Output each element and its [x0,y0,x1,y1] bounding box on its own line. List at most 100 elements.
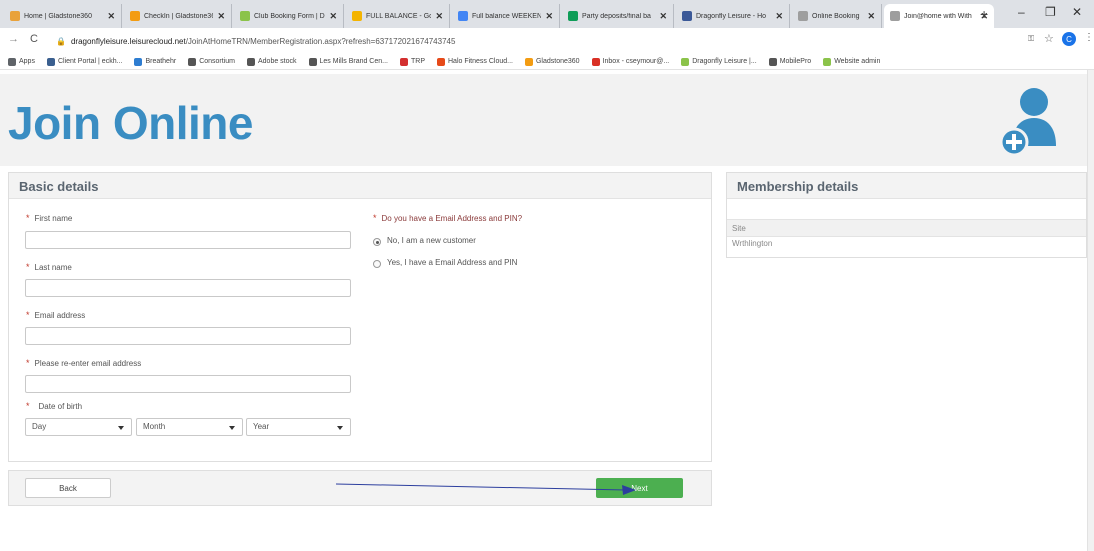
radio-new-customer[interactable] [373,238,381,246]
chevron-down-icon [118,426,124,430]
tab-close-icon[interactable]: ✕ [867,11,875,22]
tab-label: Club Booking Form | D [254,12,325,20]
tab-label: FULL BALANCE - Goog [366,12,431,20]
dob-day-select[interactable]: Day [25,418,132,436]
tab-label: Full balance WEEKEND [472,12,542,20]
tab-close-icon[interactable]: ✕ [329,11,337,22]
bookmark-item[interactable]: TRP [400,57,425,66]
option-new-customer-label: No, I am a new customer [387,236,476,245]
site-value: Wrthlington [732,239,773,248]
tab-close-icon[interactable]: ✕ [659,11,667,22]
bookmark-icon [768,57,777,66]
vertical-scrollbar[interactable] [1087,70,1094,551]
tab-close-icon[interactable]: ✕ [435,11,443,22]
browser-tab[interactable]: Full balance WEEKEND ✕ [452,4,560,28]
browser-tab[interactable]: CheckIn | Gladstone360 ✕ [124,4,232,28]
bookmark-label: Website admin [834,58,881,65]
bookmark-item[interactable]: MobilePro [768,57,812,66]
last-name-label: * Last name [26,262,72,272]
first-name-input[interactable] [25,231,351,249]
membership-details-heading: Membership details [727,173,1086,199]
email-confirm-label: * Please re-enter email address [26,358,142,368]
tab-close-icon[interactable]: ✕ [775,11,783,22]
star-icon[interactable]: ☆ [1044,32,1054,45]
bookmark-icon [437,57,445,66]
bookmark-item[interactable]: Halo Fitness Cloud... [437,57,513,66]
browser-tab[interactable]: Club Booking Form | D ✕ [234,4,344,28]
membership-details-panel: Membership details Site Wrthlington [726,172,1087,258]
tab-label: Dragonfly Leisure - Ho [696,12,767,20]
url-field[interactable]: 🔒 dragonflyleisure.leisurecloud.net /Joi… [56,32,1016,50]
bookmark-icon [400,57,408,66]
browser-tab[interactable]: Party deposits/final ba ✕ [562,4,674,28]
bookmark-item[interactable]: Breathehr [134,57,177,66]
reload-icon[interactable]: C [30,33,38,45]
bookmark-icon [308,57,317,66]
tab-favicon-icon [568,11,578,21]
tab-favicon-icon [458,11,468,21]
browser-tab[interactable]: Home | Gladstone360 ✕ [4,4,122,28]
bookmark-item[interactable]: Dragonfly Leisure |... [681,57,757,66]
first-name-label: * First name [26,213,73,223]
tab-label: Party deposits/final ba [582,12,651,20]
dob-month-select[interactable]: Month [136,418,243,436]
minimize-icon[interactable]: – [1018,5,1025,19]
bookmark-item[interactable]: Apps [8,57,35,66]
email-input[interactable] [25,327,351,345]
site-header-row: Site [727,219,1086,237]
bookmark-icon [823,57,832,66]
menu-icon[interactable]: ⋮ [1084,32,1094,43]
bookmark-item[interactable]: Adobe stock [246,57,297,66]
bookmark-item[interactable]: Consortium [188,57,235,66]
bookmark-icon [134,57,143,66]
tab-favicon-icon [352,11,362,21]
tab-close-icon[interactable]: ✕ [545,11,553,22]
basic-details-heading: Basic details [9,173,711,199]
bookmark-label: MobilePro [779,58,812,65]
dob-label: * Date of birth [26,401,83,411]
page-title: Join Online [8,97,253,149]
last-name-input[interactable] [25,279,351,297]
bookmark-item[interactable]: Les Mills Brand Cen... [308,57,388,66]
tab-close-icon[interactable]: ✕ [217,11,225,22]
bookmark-item[interactable]: Gladstone360 [524,57,580,66]
dob-year-select[interactable]: Year [246,418,351,436]
tab-label: Online Booking [812,12,860,20]
browser-tab[interactable]: FULL BALANCE - Goog ✕ [346,4,450,28]
browser-tab[interactable]: Dragonfly Leisure - Ho ✕ [676,4,790,28]
profile-avatar[interactable]: C [1062,32,1076,46]
bookmark-icon [246,57,255,66]
tab-label: Join@home with With [904,12,972,20]
bookmark-item[interactable]: Client Portal | eckh... [46,57,122,66]
back-arrow-icon[interactable]: → [8,33,19,45]
bookmark-icon [681,57,690,66]
option-existing-customer-label: Yes, I have a Email Address and PIN [387,258,518,267]
lock-icon: 🔒 [56,36,66,46]
bookmark-item[interactable]: Inbox - cseymour@... [591,57,670,66]
browser-tab-strip: Home | Gladstone360 ✕ CheckIn | Gladstone3… [0,0,1094,28]
bookmark-label: Inbox - cseymour@... [602,58,670,65]
url-host: dragonflyleisure.leisurecloud.net [70,36,186,46]
tab-label: Home | Gladstone360 [24,12,92,20]
bookmark-item[interactable]: Website admin [823,57,881,66]
browser-tab[interactable]: Online Booking ✕ [792,4,882,28]
radio-existing-customer[interactable] [373,260,381,268]
bookmark-label: Adobe stock [257,58,297,65]
tab-favicon-icon [682,11,692,21]
page-header: Join Online [0,74,1087,166]
url-path: /JoinAtHomeTRN/MemberRegistration.aspx?r… [185,36,456,46]
back-button[interactable]: Back [25,478,111,498]
new-tab-button[interactable]: + [980,6,988,22]
tab-favicon-icon [240,11,250,21]
bookmark-label: Breathehr [145,58,177,65]
key-icon[interactable]: ⚿ [1028,34,1034,44]
restore-icon[interactable]: ❐ [1045,5,1056,19]
email-confirm-input[interactable] [25,375,351,393]
address-bar: → C 🔒 dragonflyleisure.leisurecloud.net … [0,28,1094,54]
annotation-arrow [335,483,636,495]
close-window-icon[interactable]: ✕ [1072,5,1082,19]
pin-question-label: * Do you have a Email Address and PIN? [373,213,523,223]
tab-close-icon[interactable]: ✕ [107,11,115,22]
browser-tab[interactable]: Join@home with With ✕ [884,4,994,28]
bookmark-label: Halo Fitness Cloud... [448,58,513,65]
